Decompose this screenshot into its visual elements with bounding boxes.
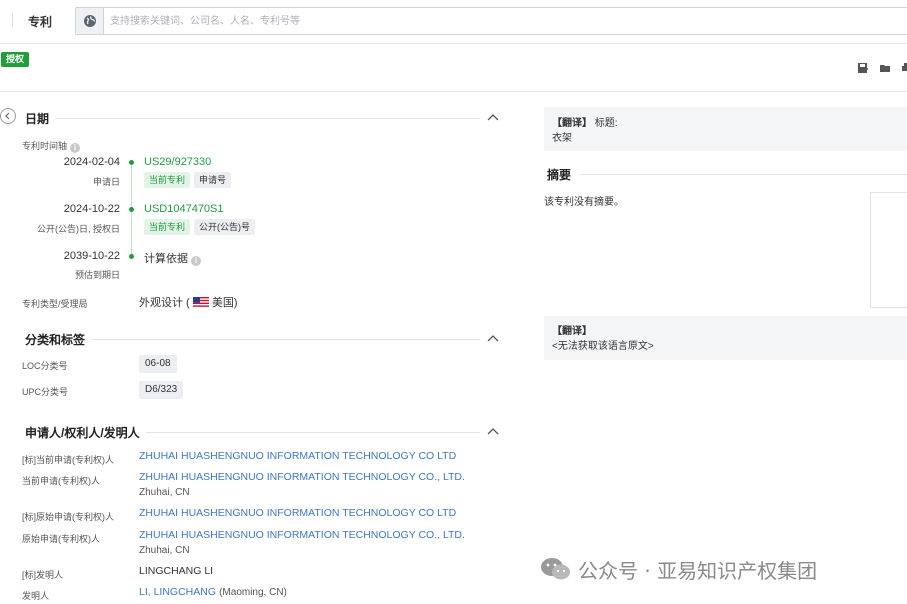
calculation-basis[interactable]: 计算依据 i <box>144 250 201 266</box>
party-label: 当前申请(专利权)人 <box>22 476 100 486</box>
translated-title-card: 【翻译】 标题: 衣架 <box>544 107 907 151</box>
party-label: [标]当前申请(专利权)人 <box>22 455 114 465</box>
info-icon[interactable]: i <box>191 256 201 266</box>
current-patent-tag: 当前专利 <box>144 172 191 188</box>
section-header-dates: 日期 <box>25 110 500 127</box>
application-number-link[interactable]: US29/927330 <box>144 156 211 168</box>
party-link[interactable]: ZHUHAI HUASHENGNUO INFORMATION TECHNOLOG… <box>139 507 456 519</box>
folder-icon[interactable] <box>879 62 891 74</box>
party-label: [标]原始申请(专利权)人 <box>22 512 114 522</box>
translate-tag[interactable]: 【翻译】 <box>552 118 592 129</box>
chevron-up-icon[interactable] <box>486 333 500 343</box>
top-search-bar: 专利 <box>0 0 907 44</box>
translated-source-card: 【翻译】 <无法获取该语言原文> <box>544 316 907 360</box>
inventor-link[interactable]: LI, LINGCHANG <box>139 586 216 598</box>
party-location: Zhuhai, CN <box>139 545 190 556</box>
event-date: 2039-10-22 <box>63 250 120 262</box>
event-date: 2024-02-04 <box>63 156 120 168</box>
section-title: 日期 <box>25 110 56 127</box>
number-type-tag: 申请号 <box>194 172 232 188</box>
status-row: 授权 <box>0 44 907 92</box>
search-input[interactable] <box>110 12 890 30</box>
watermark-text: 公众号 · 亚易知识产权集团 <box>578 558 818 583</box>
party-link[interactable]: ZHUHAI HUASHENGNUO INFORMATION TECHNOLOG… <box>139 471 465 483</box>
loc-label: LOC分类号 <box>22 361 68 371</box>
divider <box>12 13 13 27</box>
inventor-location: (Maoming, CN) <box>219 587 287 598</box>
event-sub-label: 公开(公告)日, 授权日 <box>37 224 120 234</box>
abstract-text: 该专利没有摘要。 <box>544 197 624 208</box>
info-icon[interactable]: i <box>70 143 81 153</box>
inventor-entry: LI, LINGCHANG (Maoming, CN) <box>139 586 287 598</box>
event-date: 2024-10-22 <box>63 203 120 215</box>
section-divider <box>55 118 480 119</box>
current-patent-tag: 当前专利 <box>144 219 191 235</box>
search-box[interactable] <box>75 7 907 35</box>
timeline-dot <box>129 160 134 165</box>
section-title: 分类和标签 <box>25 331 92 348</box>
save-icon[interactable] <box>857 62 869 74</box>
section-header-parties: 申请人/权利人/发明人 <box>25 424 500 441</box>
chevron-up-icon[interactable] <box>486 426 500 436</box>
loc-value[interactable]: 06-08 <box>139 355 177 373</box>
patent-image-thumbnail[interactable] <box>870 192 907 308</box>
section-header-classification: 分类和标签 <box>25 331 500 348</box>
us-flag-icon <box>192 297 209 307</box>
timeline-label: 专利时间轴 i <box>22 139 81 153</box>
number-type-tag: 公开(公告)号 <box>194 219 255 235</box>
event-sub-label: 申请日 <box>92 177 120 187</box>
timeline-dot <box>129 207 134 212</box>
search-scope-label[interactable]: 专利 <box>28 13 52 30</box>
party-link[interactable]: ZHUHAI HUASHENGNUO INFORMATION TECHNOLOG… <box>139 529 465 541</box>
upc-value[interactable]: D6/323 <box>139 381 184 399</box>
translate-tag[interactable]: 【翻译】 <box>552 322 592 337</box>
inventor-name: LINGCHANG LI <box>139 565 214 577</box>
section-divider <box>140 432 480 433</box>
wechat-icon <box>541 558 570 580</box>
section-title: 申请人/权利人/发明人 <box>25 424 146 441</box>
party-label: 发明人 <box>22 591 50 601</box>
print-icon[interactable] <box>901 62 907 74</box>
patent-type-label: 专利类型/受理局 <box>22 299 88 309</box>
section-divider <box>85 339 480 340</box>
upc-label: UPC分类号 <box>22 387 69 397</box>
party-label: 原始申请(专利权)人 <box>22 534 100 544</box>
globe-icon[interactable] <box>76 8 104 34</box>
party-location: Zhuhai, CN <box>139 487 190 498</box>
status-badge: 授权 <box>1 52 30 67</box>
publication-number-link[interactable]: USD1047470S1 <box>144 203 224 215</box>
collapse-panel-button[interactable] <box>0 108 16 124</box>
party-label: [标]发明人 <box>22 570 64 580</box>
chevron-up-icon[interactable] <box>486 112 500 122</box>
no-source-text: <无法获取该语言原文> <box>552 341 654 352</box>
patent-type-value: 外观设计 ( 美国) <box>139 297 238 309</box>
party-link[interactable]: ZHUHAI HUASHENGNUO INFORMATION TECHNOLOG… <box>139 450 456 462</box>
section-divider <box>580 174 907 175</box>
title-label: 标题: <box>594 118 618 129</box>
title-line: 【翻译】 标题: <box>552 114 618 129</box>
event-sub-label: 预估到期日 <box>74 270 120 280</box>
title-value: 衣架 <box>552 133 572 144</box>
watermark: 公众号 · 亚易知识产权集团 <box>540 556 818 583</box>
timeline-dot <box>129 254 134 259</box>
abstract-title: 摘要 <box>547 168 572 182</box>
